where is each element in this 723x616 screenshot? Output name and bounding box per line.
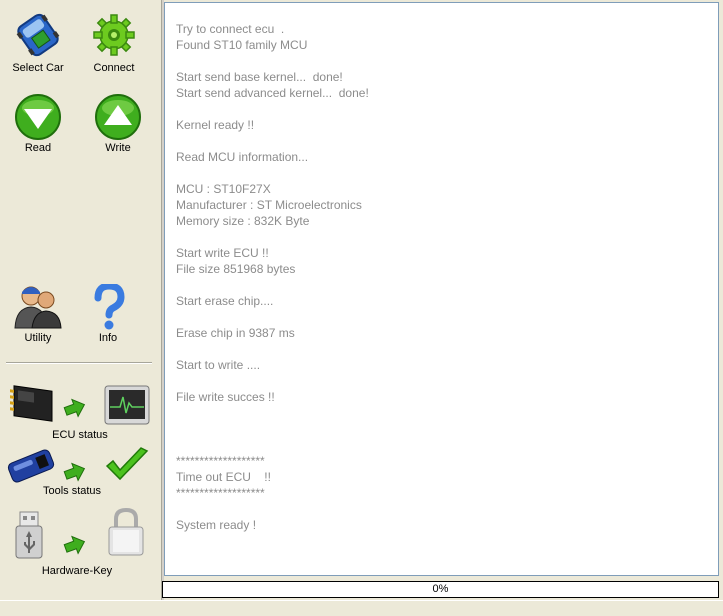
connect-label: Connect [93, 62, 135, 74]
car-chip-icon [16, 13, 60, 57]
log-line: Erase chip in 9387 ms [176, 326, 295, 340]
read-label: Read [24, 142, 52, 154]
log-line: Memory size : 832K Byte [176, 214, 310, 228]
arrow-up-icon [95, 94, 141, 140]
users-icon [14, 286, 62, 329]
connect-button[interactable]: Connect [79, 10, 149, 74]
log-line: Kernel ready !! [176, 118, 255, 132]
log-line: File size 851968 bytes [176, 262, 296, 276]
usb-key-icon [15, 511, 43, 559]
utility-label: Utility [24, 332, 52, 344]
arrow-right-icon [63, 398, 86, 418]
log-line: File write succes !! [176, 390, 275, 404]
log-line: Start send base kernel... done! [176, 70, 343, 84]
log-line: ******************* [176, 454, 265, 468]
hardware-key-label: Hardware-Key [41, 565, 113, 577]
log-line: System ready ! [176, 518, 257, 532]
log-line: ******************* [176, 486, 265, 500]
utility-button[interactable]: Utility [3, 284, 73, 344]
log-line: Found ST10 family MCU [176, 38, 308, 52]
question-icon [94, 284, 125, 330]
sidebar-separator [6, 362, 152, 364]
ecu-chip-icon [10, 385, 53, 422]
arrow-right-icon [63, 535, 86, 555]
log-line: Start to write .... [176, 358, 261, 372]
monitor-icon [104, 385, 150, 425]
log-line: Start write ECU !! [176, 246, 269, 260]
padlock-icon [108, 507, 144, 556]
write-label: Write [105, 142, 131, 154]
interface-device-icon [7, 449, 55, 483]
arrow-down-icon [15, 94, 61, 140]
log-line: Try to connect ecu . [176, 22, 285, 36]
select-car-label: Select Car [12, 62, 64, 74]
sidebar: Select Car Connect Read Write Utility In… [0, 0, 161, 600]
log-line: MCU : ST10F27X [176, 182, 271, 196]
select-car-button[interactable]: Select Car [3, 10, 73, 74]
arrow-right-icon [63, 462, 86, 482]
progress-bar: 0% [162, 581, 719, 598]
info-label: Info [98, 332, 118, 344]
log-line: Start erase chip.... [176, 294, 274, 308]
checkmark-icon [105, 447, 149, 481]
log-line: Start send advanced kernel... done! [176, 86, 369, 100]
log-line: Read MCU information... [176, 150, 309, 164]
ecu-status-label: ECU status [52, 429, 108, 441]
info-button[interactable]: Info [73, 284, 143, 344]
progress-label: 0% [432, 583, 449, 595]
tools-status-label: Tools status [42, 485, 102, 497]
log-output[interactable]: Try to connect ecu . Found ST10 family MC… [164, 2, 719, 576]
log-line: Manufacturer : ST Microelectronics [176, 198, 362, 212]
read-button[interactable]: Read [3, 94, 73, 154]
write-button[interactable]: Write [83, 94, 153, 154]
status-bar [0, 600, 723, 616]
gear-icon [93, 14, 135, 56]
log-line: Time out ECU !! [176, 470, 271, 484]
